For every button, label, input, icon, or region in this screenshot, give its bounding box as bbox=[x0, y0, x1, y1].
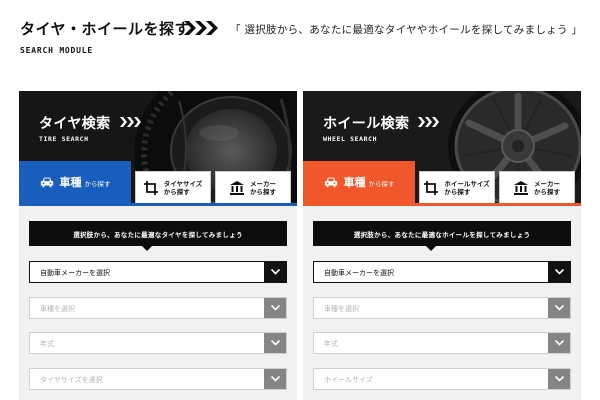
instruction-banner: 選択肢から、あなたに最適なタイヤを探してみましょう bbox=[29, 221, 287, 246]
select-value: 自動車メーカーを選択 bbox=[40, 269, 110, 277]
chevron-down-icon[interactable] bbox=[548, 298, 570, 318]
wheel-search-banner: ホイール検索 WHEEL SEARCH 車種 から探す ホイールサイズ から探す bbox=[303, 91, 581, 203]
tire-search-panel: タイヤ検索 TIRE SEARCH 車種 から探す タイヤサイズ から探す メー… bbox=[19, 91, 297, 400]
chevron-down-icon[interactable] bbox=[548, 369, 570, 389]
tab-label-suffix: から探す bbox=[84, 180, 111, 188]
tab-label-suffix: から探す bbox=[444, 187, 471, 196]
tab-search-by-car-model[interactable]: 車種 から探す bbox=[19, 161, 131, 203]
tab-label-suffix: から探す bbox=[163, 187, 190, 196]
model-year-select[interactable]: 年式 bbox=[29, 332, 287, 354]
chevron-down-icon[interactable] bbox=[264, 298, 286, 318]
page-description: 「 選択肢から、あなたに最適なタイヤやホイールを探してみましょう 」 bbox=[230, 24, 583, 36]
chevron-down-icon[interactable] bbox=[264, 262, 286, 282]
building-icon bbox=[514, 180, 528, 195]
tab-search-by-manufacturer[interactable]: メーカー から探す bbox=[499, 171, 575, 203]
model-year-select[interactable]: 年式 bbox=[313, 332, 571, 354]
wheel-search-form: 選択肢から、あなたに最適なホイールを探してみましょう 自動車メーカーを選択 車種… bbox=[303, 206, 581, 400]
car-icon bbox=[324, 177, 337, 188]
tab-label: 車種 bbox=[343, 176, 366, 189]
car-maker-select[interactable]: 自動車メーカーを選択 bbox=[313, 261, 571, 283]
select-value: ホイールサイズ bbox=[324, 376, 373, 384]
triple-chevron-icon bbox=[120, 117, 141, 127]
tire-search-title: タイヤ検索 bbox=[39, 116, 111, 132]
car-model-select[interactable]: 車種を選択 bbox=[29, 297, 287, 319]
chevron-down-icon[interactable] bbox=[548, 333, 570, 353]
tire-search-banner: タイヤ検索 TIRE SEARCH 車種 から探す タイヤサイズ から探す メー… bbox=[19, 91, 297, 203]
tab-search-by-wheel-size[interactable]: ホイールサイズ から探す bbox=[419, 171, 495, 203]
tab-search-by-tire-size[interactable]: タイヤサイズ から探す bbox=[135, 171, 211, 203]
tire-size-select[interactable]: タイヤサイズを選択 bbox=[29, 368, 287, 390]
page-subtitle: SEARCH MODULE bbox=[20, 46, 94, 55]
car-icon bbox=[40, 177, 53, 188]
tire-search-subtitle: TIRE SEARCH bbox=[39, 135, 89, 143]
crop-icon bbox=[424, 180, 439, 195]
instruction-pointer bbox=[425, 245, 437, 251]
tab-label: メーカー bbox=[250, 179, 276, 188]
select-value: 車種を選択 bbox=[40, 305, 75, 313]
triple-chevron-icon bbox=[418, 117, 439, 127]
wheel-size-select[interactable]: ホイールサイズ bbox=[313, 368, 571, 390]
building-icon bbox=[230, 180, 244, 195]
page-header: タイヤ・ホイールを探す SEARCH MODULE 「 選択肢から、あなたに最適… bbox=[20, 18, 590, 60]
crop-icon bbox=[143, 180, 158, 195]
tab-label: ホイールサイズ bbox=[444, 179, 490, 188]
triple-chevron-icon bbox=[184, 21, 218, 35]
instruction-pointer bbox=[141, 245, 153, 251]
tab-search-by-manufacturer[interactable]: メーカー から探す bbox=[215, 171, 291, 203]
select-value: 年式 bbox=[324, 340, 338, 348]
instruction-banner: 選択肢から、あなたに最適なホイールを探してみましょう bbox=[313, 221, 571, 246]
car-model-select[interactable]: 車種を選択 bbox=[313, 297, 571, 319]
select-value: 自動車メーカーを選択 bbox=[324, 269, 394, 277]
page-title: タイヤ・ホイールを探す bbox=[20, 20, 191, 38]
tab-label-suffix: から探す bbox=[250, 187, 276, 196]
select-value: タイヤサイズを選択 bbox=[40, 376, 103, 384]
chevron-down-icon[interactable] bbox=[264, 333, 286, 353]
select-value: 車種を選択 bbox=[324, 305, 359, 313]
wheel-search-title: ホイール検索 bbox=[323, 116, 410, 132]
tire-search-form: 選択肢から、あなたに最適なタイヤを探してみましょう 自動車メーカーを選択 車種を… bbox=[19, 206, 297, 400]
wheel-search-subtitle: WHEEL SEARCH bbox=[323, 135, 378, 143]
tab-label-suffix: から探す bbox=[534, 187, 560, 196]
chevron-down-icon[interactable] bbox=[264, 369, 286, 389]
tab-label: メーカー bbox=[534, 179, 560, 188]
select-value: 年式 bbox=[40, 340, 54, 348]
tab-label: 車種 bbox=[59, 176, 82, 189]
chevron-down-icon[interactable] bbox=[548, 262, 570, 282]
car-maker-select[interactable]: 自動車メーカーを選択 bbox=[29, 261, 287, 283]
tab-label: タイヤサイズ bbox=[163, 179, 203, 188]
wheel-search-panel: ホイール検索 WHEEL SEARCH 車種 から探す ホイールサイズ から探す bbox=[303, 91, 581, 400]
tab-label-suffix: から探す bbox=[368, 180, 395, 188]
tab-search-by-car-model[interactable]: 車種 から探す bbox=[303, 161, 415, 203]
